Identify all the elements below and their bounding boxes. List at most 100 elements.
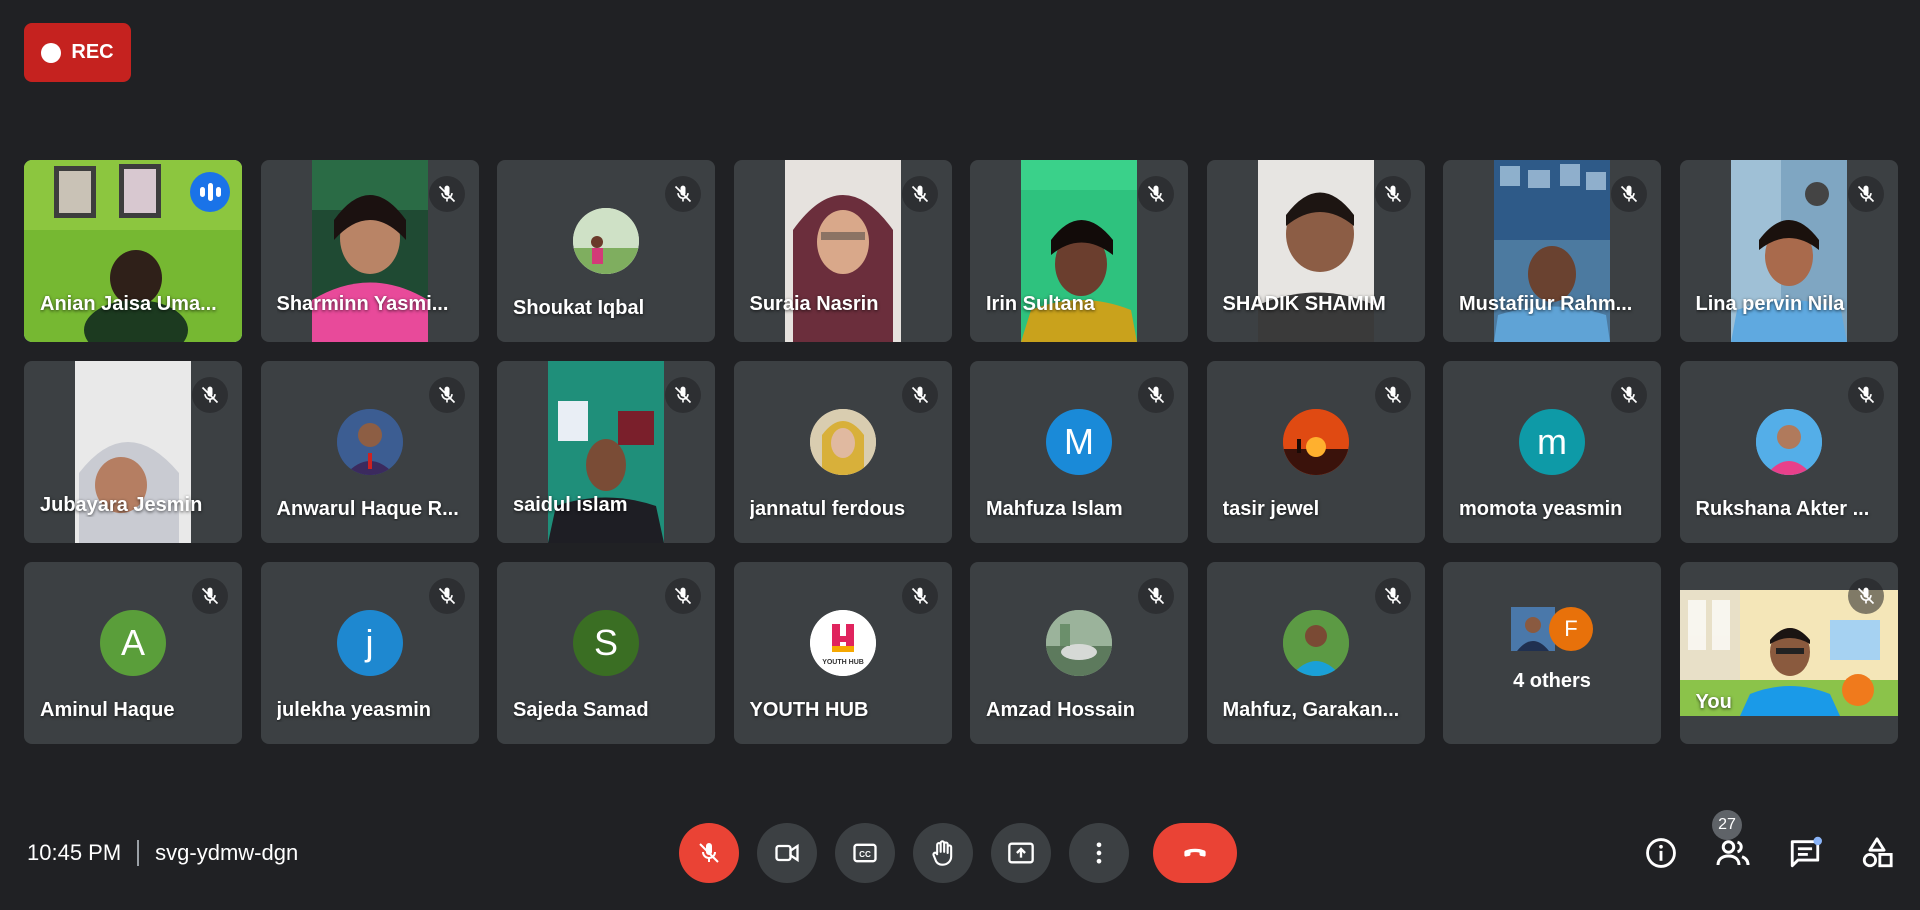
participant-tile[interactable]: Irin Sultana	[970, 160, 1188, 342]
chat-button[interactable]	[1786, 834, 1824, 872]
meeting-details-button[interactable]	[1642, 834, 1680, 872]
participant-tile[interactable]: A Aminul Haque	[24, 562, 242, 744]
clock-time: 10:45 PM	[27, 840, 122, 865]
participant-name: Suraia Nasrin	[749, 293, 879, 315]
participant-tile[interactable]: tasir jewel	[1206, 361, 1425, 543]
side-panel-buttons	[1620, 823, 1920, 883]
participant-avatar: F	[1549, 607, 1593, 651]
hand-icon	[932, 840, 953, 866]
participant-tile[interactable]: Amzad Hossain	[970, 562, 1188, 744]
call-controls: CC	[679, 823, 1237, 883]
mic-off-icon	[901, 377, 938, 413]
participant-name: Sajeda Samad	[513, 699, 649, 721]
people-icon	[1716, 840, 1750, 866]
mic-off-icon	[1374, 176, 1411, 212]
mic-off-icon	[699, 843, 719, 863]
participant-avatar	[1282, 409, 1349, 475]
present-icon	[1008, 842, 1034, 864]
participant-tile[interactable]: Rukshana Akter ...	[1679, 361, 1898, 543]
leave-call-button[interactable]	[1153, 823, 1237, 883]
participant-tile[interactable]: Shoukat Iqbal	[497, 160, 715, 342]
participant-tile[interactable]: Lina pervin Nila	[1679, 160, 1898, 342]
participant-name: Mahfuz, Garakan...	[1222, 699, 1400, 721]
participant-name: Lina pervin Nila	[1695, 293, 1845, 315]
record-dot-icon	[41, 42, 62, 63]
people-button[interactable]	[1714, 834, 1752, 872]
participant-name: julekha yeasmin	[276, 699, 432, 721]
participant-tile[interactable]: SHADIK SHAMIM	[1206, 160, 1425, 342]
participant-tile[interactable]: Suraia Nasrin	[733, 160, 952, 342]
participant-name: Amzad Hossain	[986, 699, 1135, 721]
participant-name: Mustafijur Rahm...	[1459, 293, 1633, 315]
participant-name: tasir jewel	[1222, 498, 1320, 520]
participant-name: momota yeasmin	[1459, 498, 1623, 520]
participant-name: SHADIK SHAMIM	[1222, 293, 1386, 315]
mic-off-icon	[1374, 377, 1411, 413]
participant-avatar: M	[1046, 409, 1112, 475]
participant-grid: Anian Jaisa Uma... Sharminn Yasmi... Sho…	[24, 160, 1898, 744]
participant-tile[interactable]: saidul islam	[497, 361, 715, 543]
mic-off-icon	[428, 578, 465, 614]
mic-off-icon	[1847, 176, 1884, 212]
participant-name: Jubayara Jesmin	[40, 494, 203, 516]
participant-tile[interactable]: Mustafijur Rahm...	[1443, 160, 1661, 342]
captions-button[interactable]: CC	[835, 823, 895, 883]
videocam-icon	[775, 843, 799, 863]
participant-tile[interactable]: Mahfuz, Garakan...	[1206, 562, 1425, 744]
camera-button[interactable]	[757, 823, 817, 883]
others-avatars: F	[1443, 607, 1661, 651]
participant-tile[interactable]: Anian Jaisa Uma...	[24, 160, 242, 342]
mic-off-icon	[1138, 578, 1174, 614]
people-count-badge: 27	[1712, 810, 1742, 840]
meeting-code[interactable]: svg-ydmw-dgn	[155, 840, 298, 866]
mic-off-icon	[665, 176, 701, 212]
participant-avatar: A	[100, 610, 166, 676]
mic-off-icon	[428, 176, 465, 212]
avatar-letter: m	[1537, 421, 1567, 462]
participant-name: Aminul Haque	[40, 699, 175, 721]
self-tile[interactable]: You	[1679, 562, 1898, 744]
chat-icon	[1790, 836, 1822, 868]
participant-tile[interactable]: j julekha yeasmin	[260, 562, 479, 744]
participant-tile[interactable]: Anwarul Haque R...	[260, 361, 479, 543]
mic-off-icon	[901, 176, 938, 212]
present-button[interactable]	[991, 823, 1051, 883]
others-tile[interactable]: F 4 others	[1443, 562, 1661, 744]
avatar-letter: S	[593, 622, 618, 663]
mic-off-icon	[1138, 176, 1174, 212]
mic-off-icon	[901, 578, 938, 614]
participant-tile[interactable]: M Mahfuza Islam	[970, 361, 1188, 543]
others-count: 4 others	[1513, 670, 1591, 692]
raise-hand-button[interactable]	[913, 823, 973, 883]
more-options-button[interactable]	[1069, 823, 1129, 883]
participant-name: Rukshana Akter ...	[1695, 498, 1870, 520]
mic-off-icon	[1374, 578, 1411, 614]
participant-tile[interactable]: Sharminn Yasmi...	[260, 160, 479, 342]
participant-avatar	[1755, 409, 1822, 475]
recording-indicator[interactable]: REC	[24, 23, 131, 82]
participant-tile[interactable]: YOUTH HUB YOUTH HUB	[733, 562, 952, 744]
divider	[137, 840, 140, 866]
activities-button[interactable]	[1858, 834, 1896, 872]
participant-tile[interactable]: Jubayara Jesmin	[24, 361, 242, 543]
participant-tile[interactable]: S Sajeda Samad	[497, 562, 715, 744]
participant-name: saidul islam	[513, 494, 628, 516]
participant-tile[interactable]: m momota yeasmin	[1443, 361, 1661, 543]
participant-avatar: S	[573, 610, 639, 676]
participant-name: Shoukat Iqbal	[513, 297, 645, 319]
mic-off-icon	[1847, 578, 1884, 614]
activities-icon	[1862, 837, 1893, 868]
participant-name: Anwarul Haque R...	[276, 498, 459, 520]
participant-name: Irin Sultana	[986, 293, 1095, 315]
participant-name: YOUTH HUB	[749, 699, 869, 721]
svg-text:CC: CC	[859, 850, 871, 859]
microphone-off-button[interactable]	[679, 823, 739, 883]
avatar-letter: M	[1064, 421, 1094, 462]
recording-label: REC	[71, 41, 114, 63]
call-end-icon	[1184, 848, 1206, 857]
participant-name: Mahfuza Islam	[986, 498, 1123, 520]
participant-tile[interactable]: jannatul ferdous	[733, 361, 952, 543]
avatar-letter: A	[120, 622, 145, 663]
mic-off-icon	[428, 377, 465, 413]
more-vert-icon	[1096, 842, 1102, 864]
